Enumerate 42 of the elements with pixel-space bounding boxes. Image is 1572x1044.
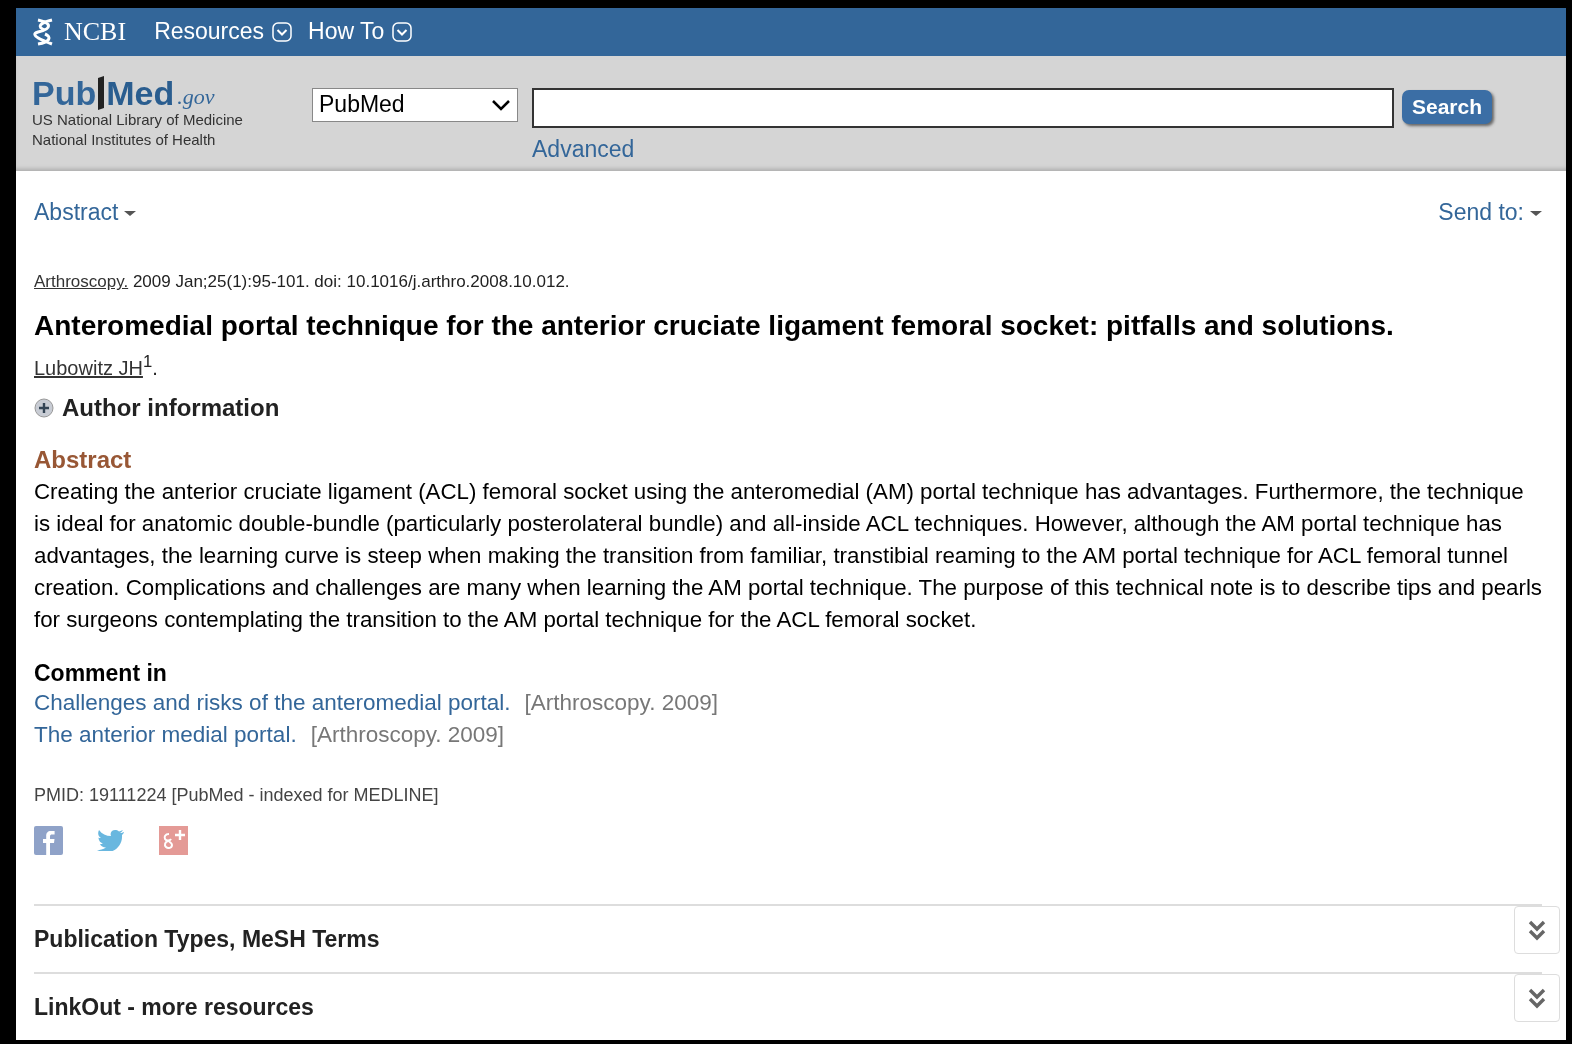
comment-source: [Arthroscopy. 2009]: [310, 721, 505, 749]
pubmed-logo[interactable]: Med: [106, 75, 175, 110]
caret-icon: [1530, 208, 1542, 217]
section-heading: Publication Types, MeSH Terms: [34, 925, 380, 953]
caret-icon: [124, 208, 137, 217]
section-heading: LinkOut - more resources: [34, 993, 314, 1021]
gov-suffix: .gov: [177, 83, 215, 110]
caret-icon: [392, 21, 413, 42]
pmid-text: PMID: 19111224 [PubMed - indexed for MEDLINE]: [34, 785, 440, 806]
comment-source: [Arthroscopy. 2009]: [524, 689, 718, 717]
format-menu[interactable]: Abstract: [34, 199, 137, 227]
database-select[interactable]: PubMed: [312, 87, 518, 122]
ncbi-logo[interactable]: NCBI: [64, 16, 127, 47]
section-toggle[interactable]: [1514, 974, 1560, 1022]
advanced-link[interactable]: Advanced: [532, 135, 1394, 163]
journal-link[interactable]: Arthroscopy.: [34, 272, 129, 292]
comment-link[interactable]: Challenges and risks of the anteromedial portal.: [34, 687, 511, 719]
caret-icon: [272, 21, 293, 42]
chevron-icon: [491, 98, 511, 111]
comment-link[interactable]: The anterior medial portal.: [34, 719, 297, 751]
agency-name: US National Library of Medicine: [32, 109, 244, 130]
author-link[interactable]: Lubowitz JH: [34, 357, 143, 379]
abstract-text: Creating the anterior cruciate ligament (ACL) femoral socket using the anteromedial (AM) portal technique has advantages. Furthermore, the technique is ideal for anatomic double-bundle (particularly posterolateral bundle) and all-inside ACL techniques. However, although the AM portal technique has advantages, the learning curve is steep when making the transition from familiar, transtibial reaming to the AM portal technique for ACL femoral tunnel creation. Complications and challenges are many when learning the AM portal technique. The purpose of this technical note is to describe tips and pearls for surgeons contemplating the transition to the AM portal technique for the ACL femoral socket.: [34, 478, 1542, 634]
send-to-menu[interactable]: Send to:: [1438, 199, 1542, 227]
double-chevron-icon: [1527, 919, 1547, 941]
expand-icon: [34, 398, 54, 418]
author-information-toggle[interactable]: Author information: [34, 394, 280, 422]
facebook-icon[interactable]: [34, 825, 63, 855]
book-icon: [97, 75, 106, 110]
double-chevron-icon: [1527, 987, 1547, 1009]
search-button[interactable]: Search: [1402, 89, 1493, 124]
comment-heading: Comment in: [34, 660, 168, 687]
menu-button[interactable]: How To: [308, 18, 413, 46]
section-toggle[interactable]: [1514, 906, 1560, 954]
agency-name: National Institutes of Health: [32, 129, 217, 150]
menu-button[interactable]: Resources: [154, 18, 293, 46]
citation-text: 2009 Jan;25(1):95-101. doi: 10.1016/j.arthro.2008.10.012.: [132, 272, 570, 292]
article-title: Anteromedial portal technique for the anterior cruciate ligament femoral socket: pitfalls and solutions.: [34, 310, 1395, 343]
pubmed-logo[interactable]: Pub: [32, 75, 97, 110]
affiliation-mark: $^{1}$.: [142, 357, 158, 379]
abstract-heading: Abstract: [34, 446, 133, 474]
search-field[interactable]: [532, 87, 1394, 128]
